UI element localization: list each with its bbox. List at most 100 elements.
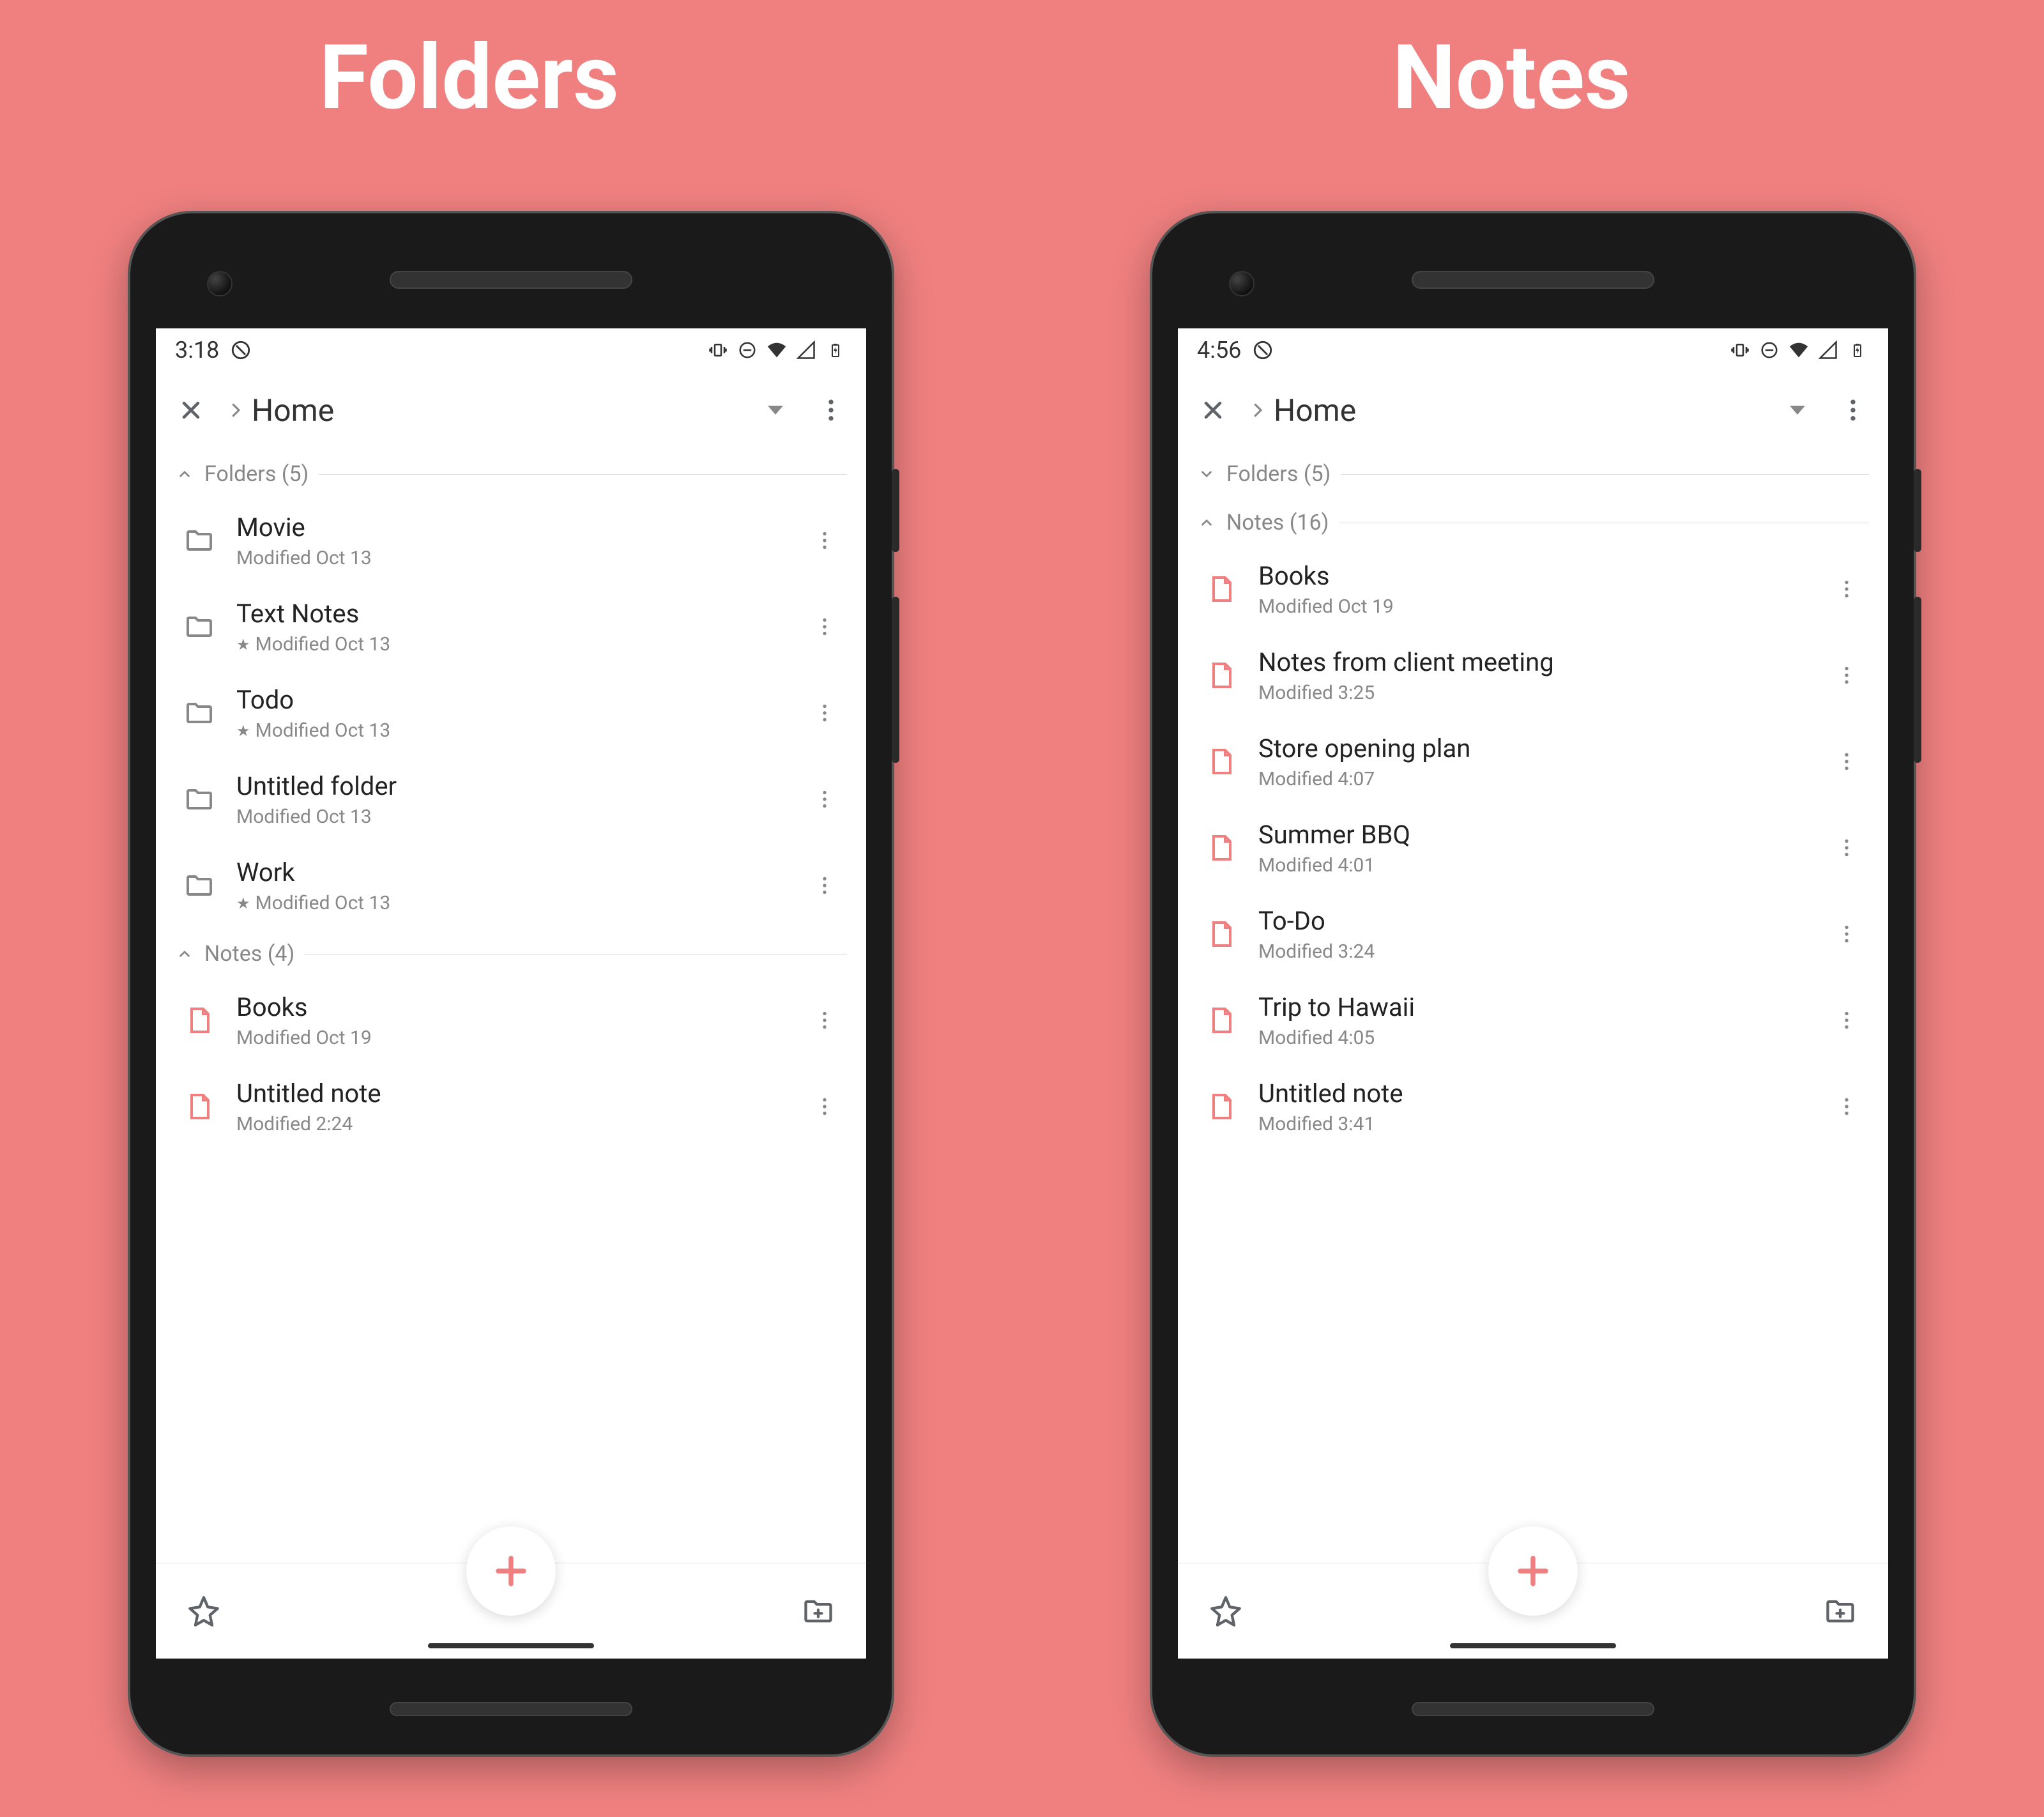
side-button <box>1914 469 1921 552</box>
item-subtitle: ★Modified Oct 13 <box>236 633 789 656</box>
fab-add-button[interactable] <box>466 1526 556 1616</box>
battery-icon <box>1846 339 1869 362</box>
fab-add-button[interactable] <box>1488 1526 1578 1616</box>
section-header-folders[interactable]: Folders (5) <box>1197 448 1869 497</box>
item-title: Work <box>236 856 789 889</box>
list-item[interactable]: Trip to HawaiiModified 4:05 <box>1197 977 1869 1063</box>
item-menu-button[interactable] <box>809 611 841 643</box>
list-item[interactable]: Work★Modified Oct 13 <box>175 842 847 928</box>
breadcrumb[interactable]: Home <box>226 392 796 429</box>
page-label-notes: Notes <box>1392 26 1631 130</box>
breadcrumb[interactable]: Home <box>1248 392 1818 429</box>
item-subtitle: Modified 3:25 <box>1258 682 1811 704</box>
item-menu-button[interactable] <box>809 870 841 901</box>
dropdown-triangle-icon[interactable] <box>1790 406 1805 415</box>
item-title: Text Notes <box>236 597 789 631</box>
app-bar: Home <box>1178 372 1888 448</box>
list-item[interactable]: To-DoModified 3:24 <box>1197 891 1869 977</box>
item-subtitle: Modified 2:24 <box>236 1113 789 1135</box>
new-folder-button[interactable] <box>796 1589 841 1634</box>
item-menu-button[interactable] <box>1831 746 1863 778</box>
note-icon <box>1203 916 1239 952</box>
item-title: Summer BBQ <box>1258 818 1811 852</box>
item-menu-button[interactable] <box>809 1004 841 1036</box>
nav-pill[interactable] <box>1450 1643 1616 1648</box>
bottom-bar <box>156 1563 866 1659</box>
list-item[interactable]: Text Notes★Modified Oct 13 <box>175 583 847 670</box>
star-icon: ★ <box>236 722 250 740</box>
star-icon: ★ <box>236 636 250 654</box>
section-header-folders[interactable]: Folders (5) <box>175 448 847 497</box>
item-subtitle: Modified Oct 13 <box>236 806 789 828</box>
overflow-menu-button[interactable] <box>1831 388 1875 433</box>
item-title: Todo <box>236 684 789 717</box>
new-folder-button[interactable] <box>1818 1589 1863 1634</box>
signal-icon <box>1817 339 1840 362</box>
favorites-button[interactable] <box>1203 1589 1248 1634</box>
item-menu-button[interactable] <box>1831 918 1863 950</box>
item-menu-button[interactable] <box>809 1091 841 1123</box>
minus-circle-icon <box>1758 339 1781 362</box>
item-subtitle: Modified 3:24 <box>1258 940 1811 963</box>
status-bar: 4:56 <box>1178 328 1888 372</box>
side-button <box>1914 597 1921 763</box>
nav-pill[interactable] <box>428 1643 594 1648</box>
item-menu-button[interactable] <box>809 783 841 815</box>
item-menu-button[interactable] <box>1831 1091 1863 1123</box>
speaker-top <box>390 271 632 289</box>
item-title: To-Do <box>1258 905 1811 938</box>
item-title: Books <box>236 991 789 1024</box>
phone-folders-view: 3:18 <box>128 211 894 1757</box>
section-header-notes[interactable]: Notes (4) <box>175 928 847 977</box>
item-menu-button[interactable] <box>1831 832 1863 864</box>
list-item[interactable]: BooksModified Oct 19 <box>175 977 847 1063</box>
item-menu-button[interactable] <box>1831 1004 1863 1036</box>
item-title: Store opening plan <box>1258 732 1811 765</box>
camera-dot <box>1229 271 1255 296</box>
overflow-menu-button[interactable] <box>809 388 853 433</box>
list-item[interactable]: Untitled noteModified 3:41 <box>1197 1063 1869 1149</box>
chevron-up-icon <box>175 944 194 963</box>
list-item[interactable]: Notes from client meetingModified 3:25 <box>1197 632 1869 718</box>
list-item[interactable]: Store opening planModified 4:07 <box>1197 718 1869 804</box>
chevron-right-icon <box>1248 401 1267 420</box>
item-menu-button[interactable] <box>809 525 841 556</box>
note-icon <box>181 1002 217 1038</box>
battery-icon <box>824 339 847 362</box>
item-menu-button[interactable] <box>1831 573 1863 605</box>
item-menu-button[interactable] <box>809 697 841 729</box>
speaker-bottom <box>390 1702 632 1716</box>
list-item[interactable]: MovieModified Oct 13 <box>175 497 847 583</box>
list-item[interactable]: Summer BBQModified 4:01 <box>1197 804 1869 891</box>
favorites-button[interactable] <box>181 1589 226 1634</box>
breadcrumb-label: Home <box>252 392 334 429</box>
folder-icon <box>181 695 217 731</box>
close-button[interactable] <box>169 388 213 433</box>
item-title: Movie <box>236 511 789 544</box>
section-title: Notes (4) <box>204 941 294 967</box>
item-menu-button[interactable] <box>1831 659 1863 691</box>
wifi-icon <box>765 339 788 362</box>
note-icon <box>1203 1089 1239 1124</box>
list-item[interactable]: Todo★Modified Oct 13 <box>175 670 847 756</box>
item-title: Untitled note <box>1258 1077 1811 1110</box>
dnd-icon <box>1251 339 1274 362</box>
list-item[interactable]: Untitled folderModified Oct 13 <box>175 756 847 842</box>
wifi-icon <box>1787 339 1810 362</box>
camera-dot <box>207 271 233 296</box>
content-area: Folders (5) Notes (16) BooksModified Oct… <box>1178 448 1888 1563</box>
folder-icon <box>181 523 217 558</box>
dropdown-triangle-icon[interactable] <box>768 406 783 415</box>
note-icon <box>1203 744 1239 779</box>
status-bar: 3:18 <box>156 328 866 372</box>
list-item[interactable]: BooksModified Oct 19 <box>1197 546 1869 632</box>
list-item[interactable]: Untitled noteModified 2:24 <box>175 1063 847 1149</box>
breadcrumb-label: Home <box>1274 392 1356 429</box>
vibrate-icon <box>706 339 729 362</box>
section-header-notes[interactable]: Notes (16) <box>1197 497 1869 546</box>
item-title: Trip to Hawaii <box>1258 991 1811 1024</box>
close-button[interactable] <box>1191 388 1235 433</box>
bottom-bar <box>1178 1563 1888 1659</box>
minus-circle-icon <box>736 339 759 362</box>
folder-list: MovieModified Oct 13Text Notes★Modified … <box>175 497 847 928</box>
